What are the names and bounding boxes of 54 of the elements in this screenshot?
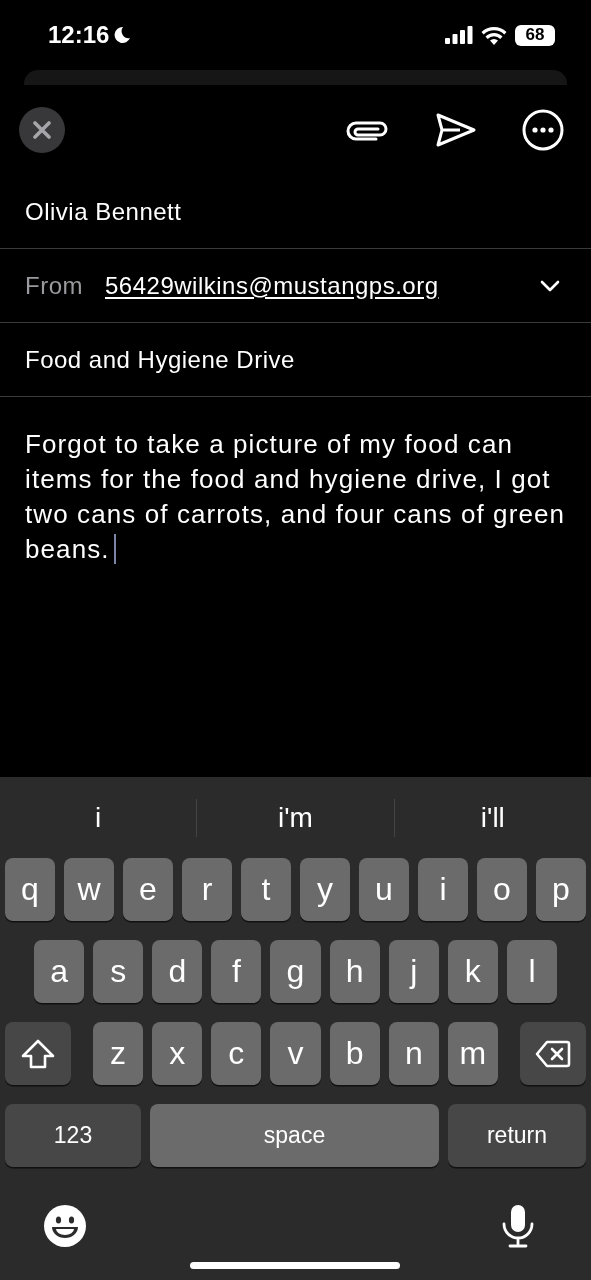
- letter-key[interactable]: i: [418, 858, 468, 921]
- emoji-icon[interactable]: [43, 1204, 87, 1248]
- letter-key[interactable]: v: [270, 1022, 321, 1085]
- shift-key[interactable]: [5, 1022, 71, 1085]
- letter-key[interactable]: g: [270, 940, 321, 1003]
- send-icon[interactable]: [436, 113, 476, 147]
- letter-key[interactable]: f: [211, 940, 262, 1003]
- recipient-field[interactable]: Olivia Bennett: [25, 197, 182, 226]
- numbers-key[interactable]: 123: [5, 1104, 141, 1167]
- suggestion[interactable]: i'm: [197, 801, 394, 834]
- delete-key[interactable]: [520, 1022, 586, 1085]
- suggestion[interactable]: i'll: [394, 801, 591, 834]
- message-body[interactable]: Forgot to take a picture of my food can items for the food and hygiene drive, I got two cans of carrots, and four cans of green beans.: [25, 427, 566, 567]
- letter-key[interactable]: e: [123, 858, 173, 921]
- microphone-icon[interactable]: [501, 1204, 535, 1248]
- letter-key[interactable]: n: [388, 1022, 439, 1085]
- letter-key[interactable]: x: [152, 1022, 203, 1085]
- text-cursor: [113, 534, 116, 564]
- close-button[interactable]: [19, 107, 65, 153]
- status-time: 12:16: [48, 21, 110, 49]
- letter-key[interactable]: a: [34, 940, 85, 1003]
- moon-icon: [113, 26, 132, 44]
- wifi-icon: [481, 25, 507, 45]
- signal-icon: [445, 26, 473, 44]
- subject-field[interactable]: Food and Hygiene Drive: [25, 345, 295, 374]
- letter-key[interactable]: k: [447, 940, 498, 1003]
- battery-level: 68: [525, 25, 545, 45]
- letter-key[interactable]: z: [93, 1022, 144, 1085]
- chevron-down-icon[interactable]: [540, 279, 560, 292]
- shift-icon: [21, 1038, 55, 1069]
- space-key[interactable]: space: [150, 1104, 439, 1167]
- return-key[interactable]: return: [448, 1104, 586, 1167]
- letter-key[interactable]: j: [388, 940, 439, 1003]
- letter-key[interactable]: b: [329, 1022, 380, 1085]
- close-icon: [33, 121, 51, 139]
- letter-key[interactable]: o: [477, 858, 527, 921]
- letter-key[interactable]: w: [64, 858, 114, 921]
- letter-key[interactable]: t: [241, 858, 291, 921]
- letter-key[interactable]: q: [5, 858, 55, 921]
- suggestion[interactable]: i: [0, 801, 197, 834]
- letter-key[interactable]: p: [536, 858, 586, 921]
- letter-key[interactable]: l: [506, 940, 557, 1003]
- letter-key[interactable]: s: [93, 940, 144, 1003]
- more-icon[interactable]: [522, 109, 564, 151]
- letter-key[interactable]: u: [359, 858, 409, 921]
- letter-key[interactable]: y: [300, 858, 350, 921]
- letter-key[interactable]: m: [447, 1022, 498, 1085]
- sender-address[interactable]: 56429wilkins@mustangps.org: [105, 271, 439, 300]
- letter-key[interactable]: r: [182, 858, 232, 921]
- letter-key[interactable]: d: [152, 940, 203, 1003]
- backspace-icon: [535, 1039, 571, 1068]
- from-label: From: [25, 271, 83, 300]
- letter-key[interactable]: c: [211, 1022, 262, 1085]
- letter-key[interactable]: h: [329, 940, 380, 1003]
